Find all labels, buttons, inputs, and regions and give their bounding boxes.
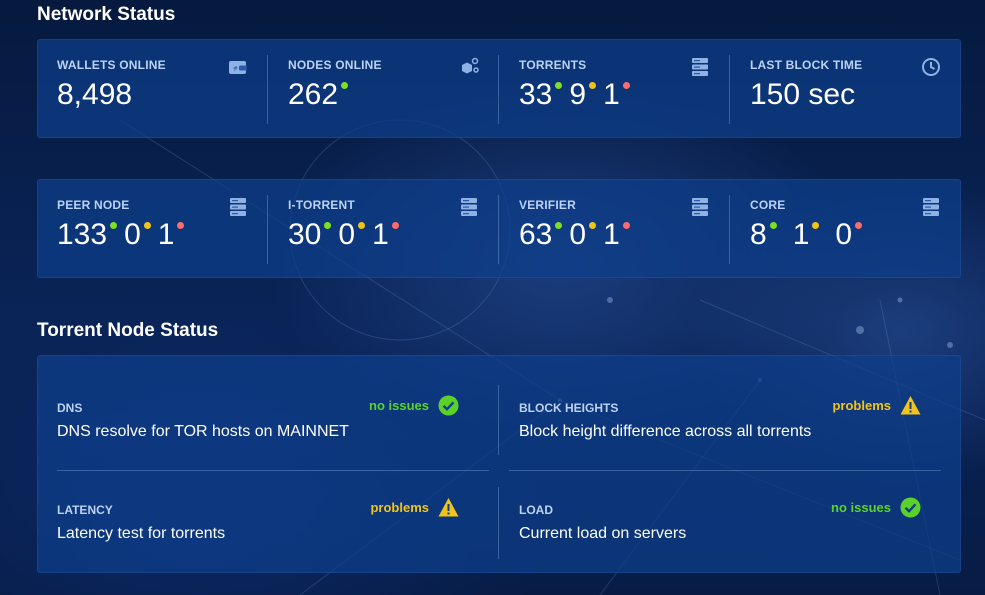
status-text: problems xyxy=(832,398,891,413)
status-dot-red xyxy=(622,222,630,229)
count-red: 1 xyxy=(372,218,389,251)
check-circle-icon xyxy=(438,395,459,416)
svg-text:#: # xyxy=(233,66,238,73)
count-green: 63 xyxy=(519,218,553,251)
health-label: LATENCY xyxy=(57,503,113,517)
count-yellow: 0 xyxy=(569,218,587,251)
stat-value: 262 xyxy=(288,78,339,111)
count-red: 1 xyxy=(157,218,175,251)
status-dot-red xyxy=(391,222,399,229)
health-description: Latency test for torrents xyxy=(57,525,226,542)
count-green: 8 xyxy=(750,218,767,251)
stat-last-block-time: LAST BLOCK TIME 150 sec xyxy=(730,39,961,138)
status-dot-red xyxy=(622,82,630,89)
stat-value: 150 sec xyxy=(750,78,856,111)
server-icon xyxy=(692,198,708,216)
stat-core: CORE 8 1 0 xyxy=(730,179,961,278)
status-badge: no issues xyxy=(369,395,459,416)
count-green: 33 xyxy=(519,78,553,111)
status-text: problems xyxy=(370,500,429,515)
status-dot-green xyxy=(769,222,777,229)
stat-label: LAST BLOCK TIME xyxy=(750,58,863,72)
status-text: no issues xyxy=(369,398,429,413)
health-label: DNS xyxy=(57,401,83,415)
divider xyxy=(498,385,499,455)
health-description: Current load on servers xyxy=(519,525,687,542)
stat-label: I-TORRENT xyxy=(288,198,355,212)
stat-value: 8,498 xyxy=(57,78,133,111)
stat-peer-node: PEER NODE 133 0 1 xyxy=(37,179,268,278)
torrent-status-panel: DNS DNS resolve for TOR hosts on MAINNET… xyxy=(37,355,961,573)
server-icon xyxy=(923,198,939,216)
clock-icon xyxy=(922,58,940,76)
count-red: 1 xyxy=(603,218,620,251)
health-description: DNS resolve for TOR hosts on MAINNET xyxy=(57,423,349,440)
stat-i-torrent: I-TORRENT 30 0 1 xyxy=(268,179,499,278)
count-red: 0 xyxy=(835,218,853,251)
server-icon xyxy=(461,198,477,216)
stat-nodes-online: NODES ONLINE 262 xyxy=(268,39,499,138)
status-text: no issues xyxy=(831,500,891,515)
status-badge: no issues xyxy=(831,497,921,518)
status-dot-green xyxy=(555,222,563,229)
stat-wallets-online: WALLETS ONLINE 8,498 # xyxy=(37,39,268,138)
health-description: Block height difference across all torre… xyxy=(519,423,812,440)
status-dot-green xyxy=(324,222,332,229)
status-dot-red xyxy=(177,222,185,229)
wallet-icon: # xyxy=(229,61,247,74)
stat-label: NODES ONLINE xyxy=(288,58,382,72)
torrent-node-status-title: Torrent Node Status xyxy=(37,320,219,341)
stat-label: VERIFIER xyxy=(519,198,576,212)
warning-icon xyxy=(438,498,459,517)
status-dot-yellow xyxy=(589,222,597,229)
network-stats-panel: WALLETS ONLINE 8,498 # NODES ONLINE 262 … xyxy=(37,39,961,138)
count-green: 133 xyxy=(57,218,108,251)
stat-torrents: TORRENTS 33 9 1 xyxy=(499,39,730,138)
status-dot-yellow xyxy=(589,82,597,89)
status-dot-yellow xyxy=(143,222,151,229)
status-dot-red xyxy=(855,222,863,229)
divider xyxy=(498,487,499,559)
health-check-block-heights: BLOCK HEIGHTS Block height difference ac… xyxy=(519,396,921,487)
status-dot-yellow xyxy=(358,222,366,229)
health-check-latency: LATENCY Latency test for torrents proble… xyxy=(57,498,459,589)
stat-label: WALLETS ONLINE xyxy=(57,58,166,72)
health-check-load: LOAD Current load on servers no issues xyxy=(519,497,921,589)
count-yellow: 0 xyxy=(338,218,356,251)
stat-verifier: VERIFIER 63 0 1 xyxy=(499,179,730,278)
stat-label: TORRENTS xyxy=(519,58,587,72)
check-circle-icon xyxy=(900,497,921,518)
nodes-icon xyxy=(462,57,479,74)
network-status-title: Network Status xyxy=(37,4,176,25)
status-badge: problems xyxy=(832,395,921,416)
count-yellow: 9 xyxy=(569,78,587,111)
count-green: 30 xyxy=(288,218,322,251)
health-label: LOAD xyxy=(519,503,553,517)
health-check-dns: DNS DNS resolve for TOR hosts on MAINNET… xyxy=(57,395,459,487)
stat-label: CORE xyxy=(750,198,786,212)
node-stats-panel: PEER NODE 133 0 1 I-TORRENT 30 0 1 VERIF… xyxy=(37,179,961,278)
server-icon xyxy=(230,198,246,216)
count-yellow: 0 xyxy=(124,218,141,251)
health-label: BLOCK HEIGHTS xyxy=(519,401,619,415)
count-red: 1 xyxy=(603,78,620,111)
status-badge: problems xyxy=(370,497,459,518)
warning-icon xyxy=(900,396,921,415)
status-dot-green xyxy=(341,82,349,89)
status-dot-green xyxy=(110,222,118,229)
stat-label: PEER NODE xyxy=(57,198,130,212)
server-icon xyxy=(692,58,708,76)
status-dot-yellow xyxy=(812,222,820,229)
count-yellow: 1 xyxy=(792,218,810,251)
status-dot-green xyxy=(555,82,563,89)
